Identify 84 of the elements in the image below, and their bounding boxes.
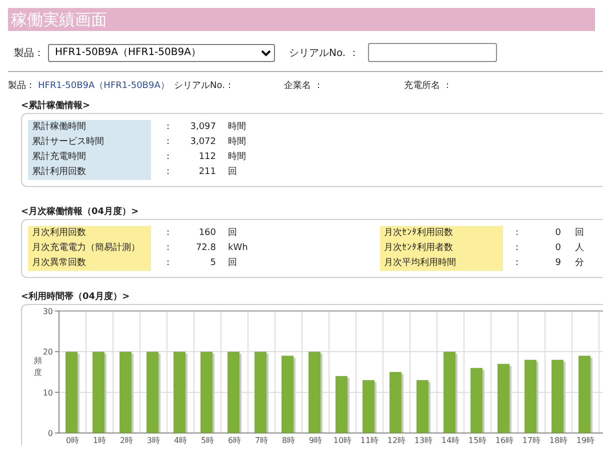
unit-label: 回 bbox=[227, 227, 238, 240]
x-tick-label: 11時 bbox=[360, 436, 379, 445]
y-axis-title: 頻度 bbox=[34, 356, 42, 377]
unit-label: 時間 bbox=[227, 120, 247, 134]
separator: : bbox=[165, 227, 171, 240]
section-title: <月次稼働情報（04月度）> bbox=[21, 205, 140, 217]
y-tick-label: 20 bbox=[42, 348, 53, 357]
separator: : bbox=[514, 257, 520, 270]
field-label: 月次平均利用時間 bbox=[380, 256, 503, 271]
x-tick-label: 2時 bbox=[120, 436, 134, 445]
y-tick-label: 10 bbox=[42, 388, 53, 398]
field-label: 累計充電時間 bbox=[28, 150, 151, 165]
serial-field[interactable] bbox=[368, 43, 497, 62]
bar bbox=[416, 380, 430, 433]
field-label: 累計稼働時間 bbox=[28, 120, 151, 135]
bar bbox=[498, 364, 512, 433]
field-label: 月次ｾﾝﾀ利用回数 bbox=[380, 226, 503, 241]
x-tick-label: 19時 bbox=[576, 436, 595, 445]
product-select[interactable]: HFR1-50B9A（HFR1-50B9A） bbox=[48, 44, 275, 62]
x-tick-label: 18時 bbox=[549, 436, 568, 445]
field-label: 累計サービス時間 bbox=[28, 135, 151, 150]
x-tick-label: 14時 bbox=[441, 436, 460, 445]
separator: : bbox=[165, 121, 171, 134]
info-label: 製品： bbox=[8, 80, 35, 93]
field-value: 72.8 bbox=[194, 242, 216, 255]
separator: : bbox=[165, 257, 171, 270]
unit-label: 回 bbox=[227, 166, 238, 179]
unit-label: 分 bbox=[574, 256, 585, 270]
x-tick-label: 17時 bbox=[522, 436, 541, 445]
info-label: シリアルNo.： bbox=[174, 80, 234, 93]
field-value: 9 bbox=[554, 257, 561, 270]
field-value: 160 bbox=[198, 227, 216, 240]
x-tick-label: 5時 bbox=[200, 436, 214, 445]
x-tick-label: 15時 bbox=[468, 436, 487, 445]
separator: : bbox=[165, 136, 171, 149]
section-title: <累計稼働情報> bbox=[21, 99, 92, 111]
field-value: 5 bbox=[209, 257, 216, 270]
unit-label: 人 bbox=[574, 242, 585, 255]
x-tick-label: 9時 bbox=[308, 436, 322, 445]
field-value: 211 bbox=[198, 166, 216, 179]
x-tick-label: 1時 bbox=[92, 436, 106, 445]
bar bbox=[470, 368, 484, 433]
y-tick-label: 0 bbox=[48, 429, 53, 438]
x-tick-label: 3時 bbox=[146, 436, 160, 445]
bar bbox=[362, 380, 376, 433]
y-tick-label: 30 bbox=[42, 307, 53, 316]
unit-label: 回 bbox=[574, 227, 585, 240]
info-label: 充電所名 ： bbox=[404, 80, 452, 93]
field-label: 月次充電電力（簡易計測） bbox=[28, 241, 151, 256]
section-title: <利用時間帯（04月度）> bbox=[21, 290, 131, 302]
x-tick-label: 8時 bbox=[282, 436, 296, 445]
bar bbox=[390, 372, 404, 433]
x-tick-label: 4時 bbox=[174, 436, 188, 445]
bar bbox=[336, 376, 350, 433]
x-tick-label: 6時 bbox=[228, 436, 242, 445]
x-tick-label: 16時 bbox=[495, 436, 514, 445]
serial-label: シリアルNo. ： bbox=[289, 46, 359, 60]
page-title: 稼働実績画面 bbox=[8, 8, 595, 31]
unit-label: 回 bbox=[227, 257, 238, 270]
separator: : bbox=[165, 166, 171, 179]
unit-label: kWh bbox=[227, 242, 249, 255]
unit-label: 時間 bbox=[227, 136, 247, 149]
product-value: HFR1-50B9A（HFR1-50B9A） bbox=[38, 80, 170, 93]
separator: : bbox=[165, 151, 171, 164]
x-tick-label: 7時 bbox=[254, 436, 268, 445]
x-tick-label: 13時 bbox=[414, 436, 433, 445]
separator: : bbox=[514, 227, 520, 240]
field-value: 3,072 bbox=[189, 136, 216, 149]
x-tick-label: 0時 bbox=[66, 436, 80, 445]
field-label: 月次利用回数 bbox=[28, 226, 151, 241]
field-label: 月次異常回数 bbox=[28, 256, 151, 271]
field-value: 0 bbox=[554, 227, 561, 240]
field-label: 累計利用回数 bbox=[28, 165, 151, 180]
separator: : bbox=[514, 242, 520, 255]
field-value: 3,097 bbox=[189, 121, 216, 134]
product-label: 製品： bbox=[14, 46, 44, 60]
unit-label: 時間 bbox=[227, 150, 247, 164]
info-label: 企業名 ： bbox=[284, 80, 323, 93]
field-label: 月次ｾﾝﾀ利用者数 bbox=[380, 241, 503, 256]
x-tick-label: 12時 bbox=[387, 436, 406, 445]
x-tick-label: 10時 bbox=[333, 436, 352, 445]
separator: : bbox=[165, 242, 171, 255]
field-value: 112 bbox=[198, 151, 216, 164]
field-value: 0 bbox=[554, 242, 561, 255]
